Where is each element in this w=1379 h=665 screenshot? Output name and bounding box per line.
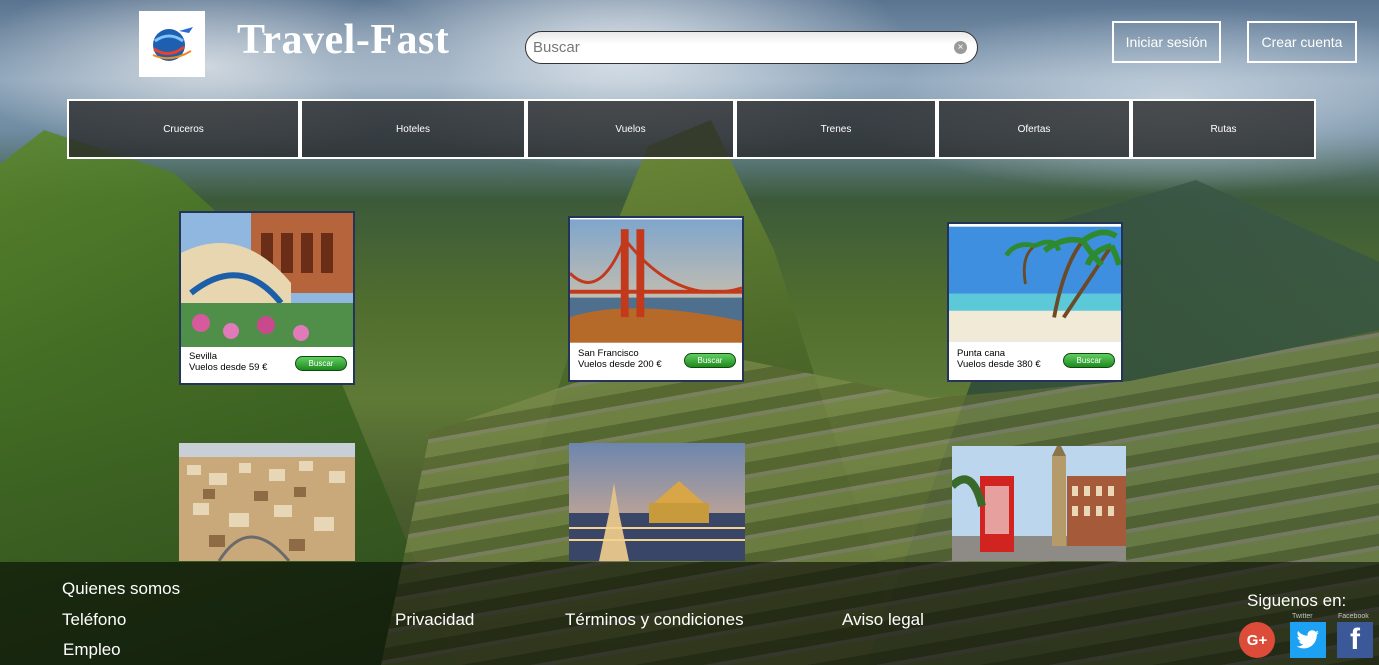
brand-title: Travel-Fast <box>237 17 450 63</box>
destination-photo-temple[interactable] <box>569 443 745 561</box>
buy-button[interactable]: Buscar <box>295 356 347 371</box>
tab-vuelos[interactable]: Vuelos <box>526 99 735 159</box>
tab-trenes[interactable]: Trenes <box>735 99 937 159</box>
tab-cruceros[interactable]: Cruceros <box>67 99 300 159</box>
card-info: Sevilla Vuelos desde 59 € Buscar <box>181 347 353 383</box>
login-button[interactable]: Iniciar sesión <box>1112 21 1221 63</box>
facebook-icon[interactable]: f <box>1337 622 1373 658</box>
footer-link-phone[interactable]: Teléfono <box>62 610 126 630</box>
card-info: San Francisco Vuelos desde 200 € Buscar <box>570 344 742 380</box>
sevilla-photo <box>181 213 353 347</box>
signup-button[interactable]: Crear cuenta <box>1247 21 1357 63</box>
globe-airplane-logo <box>152 27 193 61</box>
footer-link-jobs[interactable]: Empleo <box>63 640 121 660</box>
twitter-icon[interactable] <box>1290 622 1326 658</box>
destination-card-sevilla[interactable]: Sevilla Vuelos desde 59 € Buscar <box>179 211 355 385</box>
site-logo[interactable] <box>139 11 205 77</box>
follow-us-label: Siguenos en: <box>1247 591 1347 610</box>
twitter-bird-glyph <box>1296 630 1320 649</box>
footer-link-about[interactable]: Quienes somos <box>62 579 180 599</box>
destination-card-san-francisco[interactable]: San Francisco Vuelos desde 200 € Buscar <box>568 216 744 382</box>
footer-link-terms[interactable]: Términos y condiciones <box>565 610 744 630</box>
san-francisco-photo <box>570 219 742 343</box>
facebook-caption: Facebook <box>1338 613 1369 620</box>
destination-card-punta-cana[interactable]: Punta cana Vuelos desde 380 € Buscar <box>947 222 1123 382</box>
tab-hoteles[interactable]: Hoteles <box>300 99 526 159</box>
destination-photo-city[interactable] <box>179 443 355 561</box>
google-plus-icon[interactable]: G+ <box>1239 622 1275 658</box>
punta-cana-photo <box>949 226 1121 342</box>
london-phonebooth-photo <box>952 446 1126 561</box>
twitter-caption: Twitter <box>1292 613 1313 620</box>
search-input[interactable] <box>533 39 954 56</box>
search-bar[interactable]: × <box>525 31 978 64</box>
destination-photo-london[interactable] <box>952 446 1126 561</box>
card-info: Punta cana Vuelos desde 380 € Buscar <box>949 344 1121 380</box>
city-hillside-photo <box>179 443 355 561</box>
buy-button[interactable]: Buscar <box>684 353 736 368</box>
tab-ofertas[interactable]: Ofertas <box>937 99 1131 159</box>
clear-icon[interactable]: × <box>954 41 967 54</box>
buy-button[interactable]: Buscar <box>1063 353 1115 368</box>
footer-link-privacy[interactable]: Privacidad <box>395 610 474 630</box>
temple-photo <box>569 443 745 561</box>
footer-link-legal[interactable]: Aviso legal <box>842 610 924 630</box>
tab-rutas[interactable]: Rutas <box>1131 99 1316 159</box>
